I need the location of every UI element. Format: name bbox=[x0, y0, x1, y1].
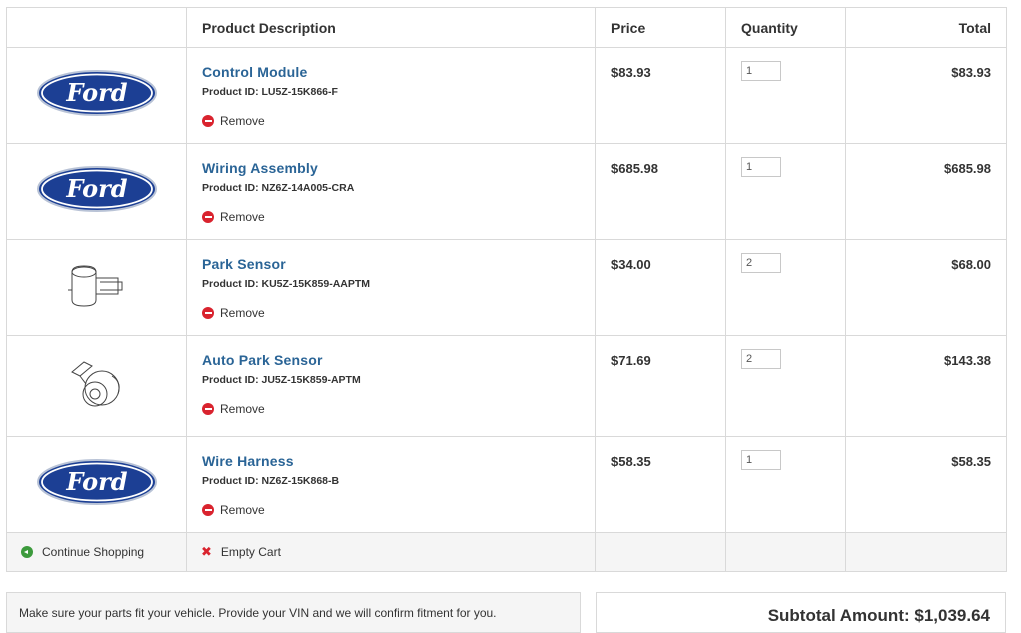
footer-blank-cell bbox=[845, 532, 1007, 572]
remove-label[interactable]: Remove bbox=[220, 503, 265, 517]
quantity-input[interactable] bbox=[741, 450, 781, 470]
product-name-link[interactable]: Wiring Assembly bbox=[202, 160, 318, 176]
auto-park-sensor-drawing[interactable] bbox=[62, 354, 132, 414]
product-price: $83.93 bbox=[595, 47, 726, 144]
remove-label[interactable]: Remove bbox=[220, 306, 265, 320]
remove-button[interactable]: Remove bbox=[202, 306, 580, 320]
product-name-link[interactable]: Auto Park Sensor bbox=[202, 352, 323, 368]
product-total: $143.38 bbox=[845, 335, 1007, 437]
cart-table: Product Description Price Quantity Total… bbox=[6, 7, 1007, 572]
product-description-cell: Wire Harness Product ID: NZ6Z-15K868-B R… bbox=[186, 436, 596, 533]
header-total: Total bbox=[845, 7, 1007, 48]
product-price: $58.35 bbox=[595, 436, 726, 533]
subtotal-amount: Subtotal Amount: $1,039.64 bbox=[596, 592, 1006, 633]
continue-shopping-link[interactable]: Continue Shopping bbox=[7, 545, 186, 559]
ford-logo[interactable]: Ford bbox=[36, 458, 158, 506]
remove-label[interactable]: Remove bbox=[220, 210, 265, 224]
empty-cart-cell: ✖ Empty Cart bbox=[186, 532, 596, 572]
cart-item-row: Ford Wire Harness Product ID: NZ6Z-15K86… bbox=[6, 436, 1007, 533]
remove-icon[interactable] bbox=[202, 504, 214, 516]
cart-item-row: Auto Park Sensor Product ID: JU5Z-15K859… bbox=[6, 335, 1007, 437]
product-name-link[interactable]: Control Module bbox=[202, 64, 307, 80]
product-price: $34.00 bbox=[595, 239, 726, 336]
product-total: $58.35 bbox=[845, 436, 1007, 533]
product-description-cell: Auto Park Sensor Product ID: JU5Z-15K859… bbox=[186, 335, 596, 437]
empty-cart-label[interactable]: Empty Cart bbox=[221, 545, 281, 559]
product-name-link[interactable]: Wire Harness bbox=[202, 453, 294, 469]
product-image-cell[interactable] bbox=[6, 239, 187, 336]
quantity-input[interactable] bbox=[741, 157, 781, 177]
header-price: Price bbox=[595, 7, 726, 48]
remove-icon[interactable] bbox=[202, 115, 214, 127]
header-description: Product Description bbox=[186, 7, 596, 48]
quantity-cell bbox=[725, 335, 846, 437]
product-id: Product ID: KU5Z-15K859-AAPTM bbox=[202, 278, 371, 290]
svg-text:Ford: Ford bbox=[65, 78, 127, 107]
arrow-left-circle-icon[interactable] bbox=[21, 546, 33, 558]
park-sensor-drawing[interactable] bbox=[62, 260, 132, 310]
product-image-cell[interactable] bbox=[6, 335, 187, 437]
product-id: Product ID: NZ6Z-15K868-B bbox=[202, 475, 340, 487]
cart-footer-row: Continue Shopping ✖ Empty Cart bbox=[6, 532, 1007, 572]
product-image-cell[interactable]: Ford bbox=[6, 47, 187, 144]
quantity-cell bbox=[725, 436, 846, 533]
product-image-cell[interactable]: Ford bbox=[6, 436, 187, 533]
ford-logo[interactable]: Ford bbox=[36, 165, 158, 213]
continue-shopping-cell: Continue Shopping bbox=[6, 532, 187, 572]
product-image-cell[interactable]: Ford bbox=[6, 143, 187, 240]
product-total: $68.00 bbox=[845, 239, 1007, 336]
remove-button[interactable]: Remove bbox=[202, 402, 580, 416]
remove-icon[interactable] bbox=[202, 211, 214, 223]
remove-button[interactable]: Remove bbox=[202, 210, 580, 224]
product-id: Product ID: LU5Z-15K866-F bbox=[202, 86, 338, 98]
quantity-input[interactable] bbox=[741, 349, 781, 369]
svg-text:Ford: Ford bbox=[65, 467, 127, 496]
quantity-input[interactable] bbox=[741, 253, 781, 273]
close-icon[interactable]: ✖ bbox=[201, 544, 212, 560]
product-total: $83.93 bbox=[845, 47, 1007, 144]
product-description-cell: Control Module Product ID: LU5Z-15K866-F… bbox=[186, 47, 596, 144]
header-quantity: Quantity bbox=[725, 7, 846, 48]
product-name-link[interactable]: Park Sensor bbox=[202, 256, 286, 272]
quantity-cell bbox=[725, 47, 846, 144]
quantity-cell bbox=[725, 239, 846, 336]
remove-button[interactable]: Remove bbox=[202, 114, 580, 128]
empty-cart-button[interactable]: ✖ Empty Cart bbox=[187, 544, 595, 560]
header-image bbox=[6, 7, 187, 48]
product-description-cell: Wiring Assembly Product ID: NZ6Z-14A005-… bbox=[186, 143, 596, 240]
product-description-cell: Park Sensor Product ID: KU5Z-15K859-AAPT… bbox=[186, 239, 596, 336]
remove-icon[interactable] bbox=[202, 403, 214, 415]
remove-button[interactable]: Remove bbox=[202, 503, 580, 517]
remove-icon[interactable] bbox=[202, 307, 214, 319]
product-id: Product ID: JU5Z-15K859-APTM bbox=[202, 374, 361, 386]
cart-header-row: Product Description Price Quantity Total bbox=[6, 7, 1007, 48]
quantity-input[interactable] bbox=[741, 61, 781, 81]
quantity-cell bbox=[725, 143, 846, 240]
product-total: $685.98 bbox=[845, 143, 1007, 240]
product-price: $71.69 bbox=[595, 335, 726, 437]
product-id: Product ID: NZ6Z-14A005-CRA bbox=[202, 182, 355, 194]
footer-blank-cell bbox=[725, 532, 846, 572]
remove-label[interactable]: Remove bbox=[220, 114, 265, 128]
cart-item-row: Ford Wiring Assembly Product ID: NZ6Z-14… bbox=[6, 143, 1007, 240]
remove-label[interactable]: Remove bbox=[220, 402, 265, 416]
ford-logo[interactable]: Ford bbox=[36, 69, 158, 117]
footer-blank-cell bbox=[595, 532, 726, 572]
continue-shopping-label[interactable]: Continue Shopping bbox=[42, 545, 144, 559]
cart-item-row: Park Sensor Product ID: KU5Z-15K859-AAPT… bbox=[6, 239, 1007, 336]
cart-item-row: Ford Control Module Product ID: LU5Z-15K… bbox=[6, 47, 1007, 144]
product-price: $685.98 bbox=[595, 143, 726, 240]
svg-text:Ford: Ford bbox=[65, 174, 127, 203]
vin-notice: Make sure your parts fit your vehicle. P… bbox=[6, 592, 581, 633]
